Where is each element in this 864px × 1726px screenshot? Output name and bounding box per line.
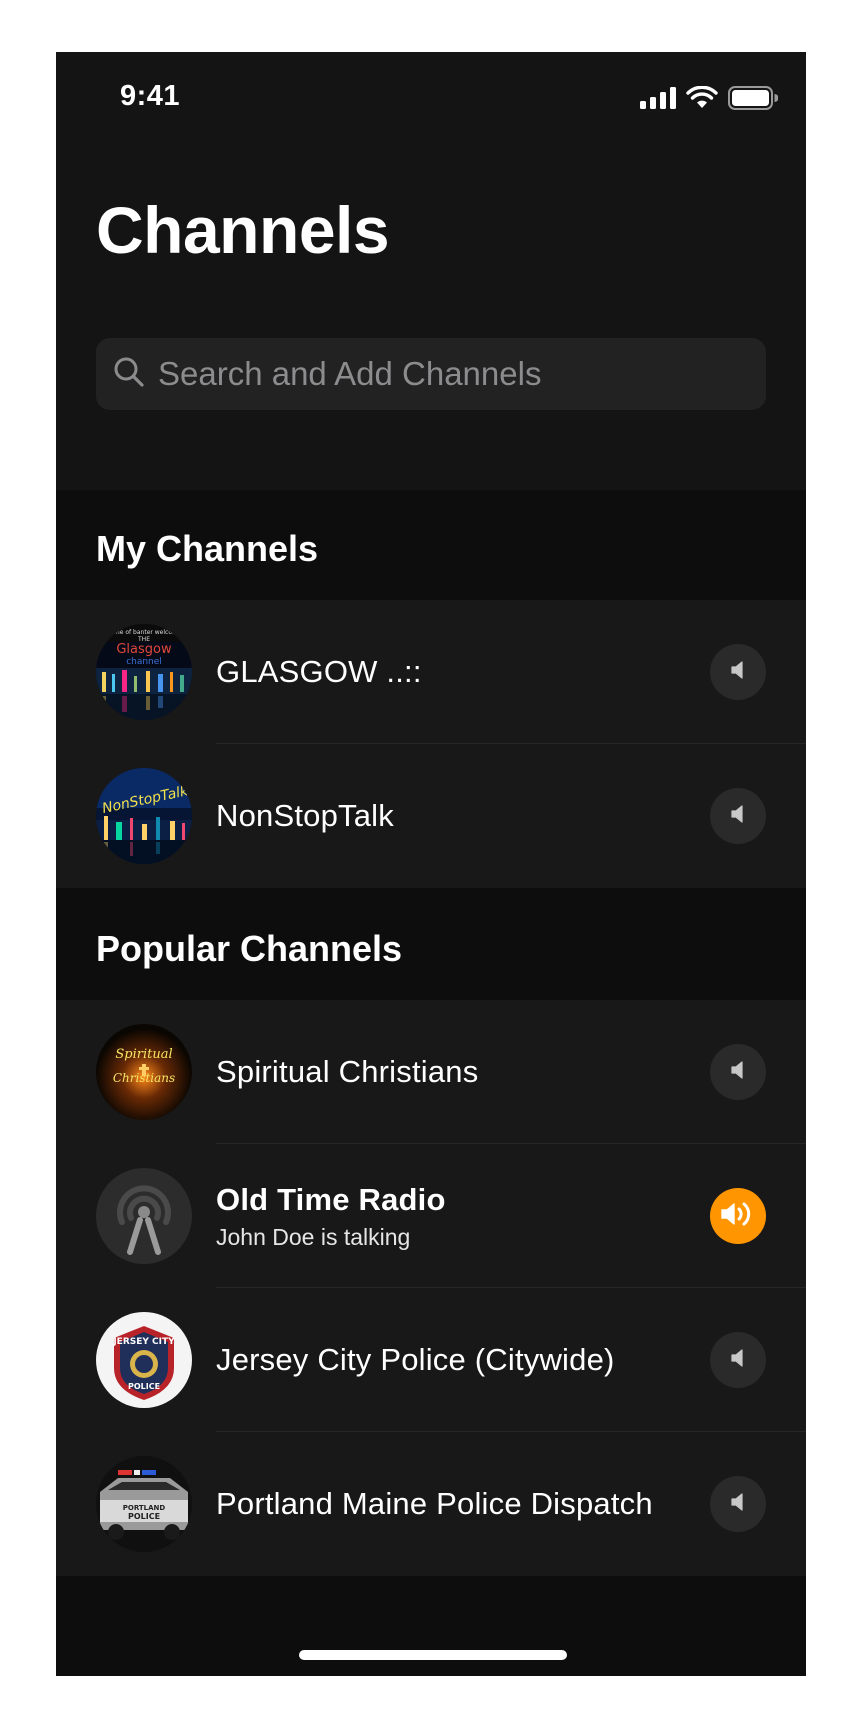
speaker-button-active[interactable] <box>710 1188 766 1244</box>
channel-text: Portland Maine Police Dispatch <box>216 1432 676 1576</box>
status-bar: 9:41 <box>56 52 806 148</box>
search-input[interactable] <box>158 355 718 393</box>
channel-row-glasgow[interactable]: home of banter welcome THE Glasgow chann… <box>56 600 806 744</box>
channel-text: NonStopTalk <box>216 744 676 888</box>
speaker-button[interactable] <box>710 1476 766 1532</box>
channel-text: Spiritual Christians <box>216 1000 676 1144</box>
channel-avatar-old-time-radio <box>96 1168 192 1264</box>
svg-text:channel: channel <box>126 657 162 667</box>
popular-channels-list: Spiritual Christians Spiritual Christian… <box>56 1000 806 1576</box>
channel-avatar-portland-maine-police: PORTLAND POLICE <box>96 1456 192 1552</box>
status-time: 9:41 <box>120 80 181 112</box>
channel-avatar-spiritual-christians: Spiritual Christians <box>96 1024 192 1120</box>
popular-channels-header: Popular Channels <box>56 888 806 998</box>
channel-row-spiritual-christians[interactable]: Spiritual Christians Spiritual Christian… <box>56 1000 806 1144</box>
speaker-icon <box>727 1491 749 1518</box>
wifi-icon <box>686 85 718 115</box>
speaker-icon <box>727 659 749 686</box>
svg-text:PORTLAND: PORTLAND <box>123 1504 166 1512</box>
section-title-my-channels: My Channels <box>96 528 319 569</box>
channel-name: Old Time Radio <box>216 1181 446 1217</box>
my-channels-list: home of banter welcome THE Glasgow chann… <box>56 600 806 888</box>
channel-name: Spiritual Christians <box>216 1054 479 1089</box>
channel-text: Old Time Radio John Doe is talking <box>216 1144 676 1288</box>
channel-row-old-time-radio[interactable]: Old Time Radio John Doe is talking <box>56 1144 806 1288</box>
home-indicator[interactable] <box>299 1650 567 1660</box>
svg-text:POLICE: POLICE <box>128 1512 160 1521</box>
svg-text:POLICE: POLICE <box>128 1382 160 1391</box>
channel-row-nonstoptalk[interactable]: NonStopTalk NonStopTalk <box>56 744 806 888</box>
cellular-signal-icon <box>640 87 676 114</box>
channel-name: Portland Maine Police Dispatch <box>216 1486 653 1521</box>
channel-name: Jersey City Police (Citywide) <box>216 1342 615 1377</box>
battery-icon <box>728 86 779 115</box>
speaker-button[interactable] <box>710 1332 766 1388</box>
speaker-button[interactable] <box>710 644 766 700</box>
speaker-icon <box>727 1059 749 1086</box>
app-screen: 9:41 Channels Search and Add Channels My… <box>56 52 806 1676</box>
channel-row-jersey-city-police[interactable]: JERSEY CITY POLICE Jersey City Police (C… <box>56 1288 806 1432</box>
channel-row-portland-maine-police[interactable]: PORTLAND POLICE Portland Maine Police Di… <box>56 1432 806 1576</box>
channel-text: Jersey City Police (Citywide) <box>216 1288 676 1432</box>
speaker-button[interactable] <box>710 1044 766 1100</box>
search-icon <box>112 355 146 394</box>
svg-text:JERSEY CITY: JERSEY CITY <box>112 1337 175 1347</box>
page-title: Channels <box>96 193 390 267</box>
svg-text:home of banter welcome: home of banter welcome <box>106 629 181 636</box>
speaker-icon <box>727 803 749 830</box>
my-channels-header: My Channels <box>56 490 806 600</box>
speaker-button[interactable] <box>710 788 766 844</box>
section-title-popular-channels: Popular Channels <box>96 928 403 969</box>
channel-status: John Doe is talking <box>216 1223 411 1250</box>
svg-text:Glasgow: Glasgow <box>116 642 172 657</box>
channel-avatar-nonstoptalk: NonStopTalk <box>96 768 192 864</box>
channel-name: NonStopTalk <box>216 798 394 833</box>
speaker-waves-icon <box>718 1199 758 1234</box>
channel-avatar-glasgow: home of banter welcome THE Glasgow chann… <box>96 624 192 720</box>
status-icons <box>640 85 779 115</box>
speaker-icon <box>727 1347 749 1374</box>
channel-text: GLASGOW ..:: <box>216 600 676 744</box>
svg-text:Spiritual: Spiritual <box>115 1047 172 1062</box>
search-bar[interactable] <box>96 338 766 410</box>
channel-avatar-jersey-city-police: JERSEY CITY POLICE <box>96 1312 192 1408</box>
channel-name: GLASGOW ..:: <box>216 654 422 689</box>
